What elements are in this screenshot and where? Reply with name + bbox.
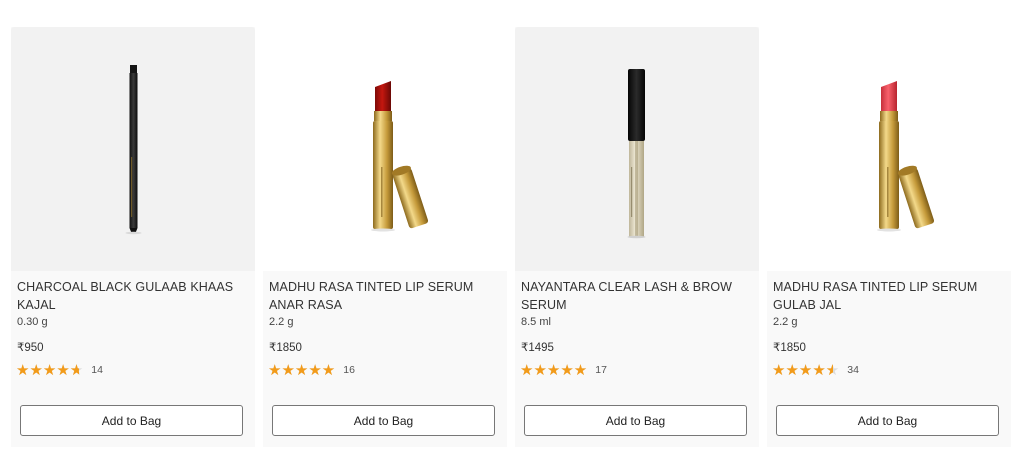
product-image[interactable] [515,27,759,271]
add-to-bag-button[interactable]: Add to Bag [20,405,243,436]
review-count: 14 [91,364,103,376]
star-rating-fill: ★★★★★ [16,362,80,378]
product-rating: ★★★★★ ★★★★★ 14 [16,362,103,378]
product-title[interactable]: MADHU RASA TINTED LIP SERUM GULAB JAL [773,279,1003,314]
product-card[interactable]: CHARCOAL BLACK GULAAB KHAAS KAJAL 0.30 g… [11,27,255,447]
product-image[interactable] [263,27,507,271]
review-count: 17 [595,364,607,376]
kajal-pencil-icon [125,65,142,235]
product-title[interactable]: NAYANTARA CLEAR LASH & BROW SERUM [521,279,751,314]
star-rating-fill: ★★★★★ [520,362,588,378]
product-card[interactable]: MADHU RASA TINTED LIP SERUM GULAB JAL 2.… [767,27,1011,447]
product-price: ₹1495 [521,342,554,354]
product-size: 2.2 g [269,316,294,328]
product-price: ₹950 [17,342,44,354]
star-rating-icon: ★★★★★★★★★★ [268,361,336,379]
product-title[interactable]: CHARCOAL BLACK GULAAB KHAAS KAJAL [17,279,247,314]
product-price: ₹1850 [773,342,806,354]
product-image[interactable] [767,27,1011,271]
review-count: 16 [343,364,355,376]
star-rating-icon: ★★★★★★★★★★ [772,361,840,379]
add-to-bag-button[interactable]: Add to Bag [272,405,495,436]
product-image[interactable] [11,27,255,271]
product-size: 8.5 ml [521,316,551,328]
lip-serum-red-icon [371,81,429,232]
star-rating-icon: ★★★★★★★★★★ [16,361,84,379]
product-price: ₹1850 [269,342,302,354]
lash-serum-tube-icon [627,69,646,239]
product-card[interactable]: NAYANTARA CLEAR LASH & BROW SERUM 8.5 ml… [515,27,759,447]
product-rating: ★★★★★ ★★★★★ 16 [268,362,355,378]
add-to-bag-button[interactable]: Add to Bag [524,405,747,436]
lip-serum-pink-icon [877,81,935,232]
star-rating-fill: ★★★★★ [772,362,833,378]
review-count: 34 [847,364,859,376]
star-rating-fill: ★★★★★ [268,362,336,378]
add-to-bag-button[interactable]: Add to Bag [776,405,999,436]
product-size: 0.30 g [17,316,48,328]
product-rating: ★★★★★ ★★★★★ 17 [520,362,607,378]
product-rating: ★★★★★★★★★★ 34 [772,362,859,378]
product-size: 2.2 g [773,316,798,328]
product-title[interactable]: MADHU RASA TINTED LIP SERUM ANAR RASA [269,279,499,314]
product-card[interactable]: MADHU RASA TINTED LIP SERUM ANAR RASA 2.… [263,27,507,447]
star-rating-icon: ★★★★★★★★★★ [520,361,588,379]
